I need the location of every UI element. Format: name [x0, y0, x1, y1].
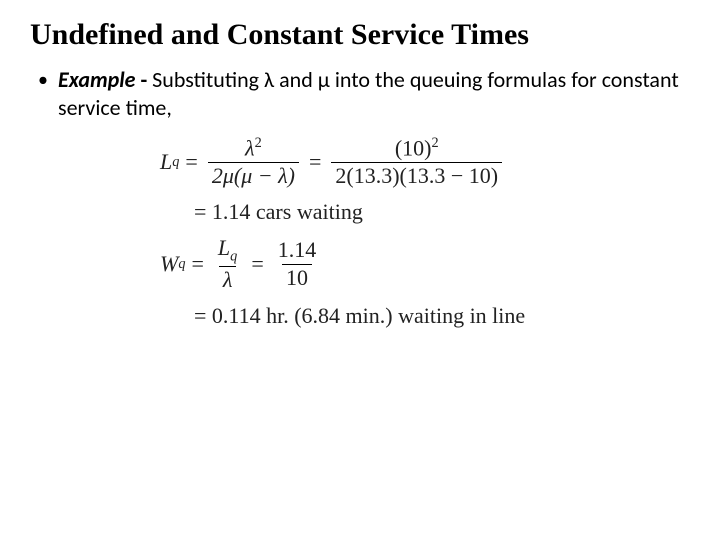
- wq-frac3-num: Lq: [214, 235, 241, 266]
- slide-title: Undefined and Constant Service Times: [30, 18, 690, 52]
- math-block: Lq = λ2 2μ(μ − λ) = (10)2 2(13.3)(13.3 −…: [160, 135, 690, 329]
- wq-frac-symbolic: Lq λ: [214, 235, 241, 293]
- example-label: Example: [58, 66, 136, 93]
- ten-sq: 2: [431, 135, 438, 151]
- lq-frac-symbolic: λ2 2μ(μ − λ): [208, 135, 299, 189]
- lq-frac2-den: 2(13.3)(13.3 − 10): [331, 162, 502, 189]
- lq-in-num: L: [218, 235, 230, 260]
- lq-result-row: = 1.14 cars waiting: [194, 199, 690, 225]
- wq-result: = 0.114 hr. (6.84 min.) waiting in line: [194, 303, 525, 329]
- wq-frac4-num: 1.14: [274, 237, 321, 263]
- bullet-item: • Example - Substituting λ and μ into th…: [38, 66, 690, 121]
- bullet-text: Example - Substituting λ and μ into the …: [58, 66, 690, 121]
- lq-equation: Lq = λ2 2μ(μ − λ) = (10)2 2(13.3)(13.3 −…: [160, 135, 690, 189]
- equals-3: =: [191, 251, 203, 277]
- lambda-sym: λ: [245, 135, 255, 160]
- lq-in-num-sub: q: [230, 249, 237, 265]
- lambda-sq: 2: [255, 135, 262, 151]
- wq-symbol: W: [160, 251, 178, 277]
- equals-1: =: [185, 149, 197, 175]
- equals-2: =: [309, 149, 321, 175]
- lq-symbol: L: [160, 149, 172, 175]
- lq-result: = 1.14 cars waiting: [194, 199, 363, 225]
- wq-frac4-den: 10: [282, 264, 312, 291]
- lq-frac1-num: λ2: [241, 135, 266, 162]
- wq-frac-numeric: 1.14 10: [274, 237, 321, 291]
- wq-result-row: = 0.114 hr. (6.84 min.) waiting in line: [194, 303, 690, 329]
- equals-4: =: [251, 251, 263, 277]
- bullet-dash: -: [135, 66, 152, 93]
- wq-frac3-den: λ: [219, 266, 237, 293]
- lq-frac-numeric: (10)2 2(13.3)(13.3 − 10): [331, 135, 502, 189]
- lq-frac1-den: 2μ(μ − λ): [208, 162, 299, 189]
- lq-frac2-num: (10)2: [391, 135, 443, 162]
- ten-base: (10): [395, 135, 432, 160]
- wq-subscript: q: [178, 256, 185, 273]
- wq-equation: Wq = Lq λ = 1.14 10: [160, 235, 690, 293]
- bullet-body: Substituting λ and μ into the queuing fo…: [58, 66, 679, 121]
- bullet-marker: •: [38, 66, 48, 94]
- lq-subscript: q: [172, 154, 179, 171]
